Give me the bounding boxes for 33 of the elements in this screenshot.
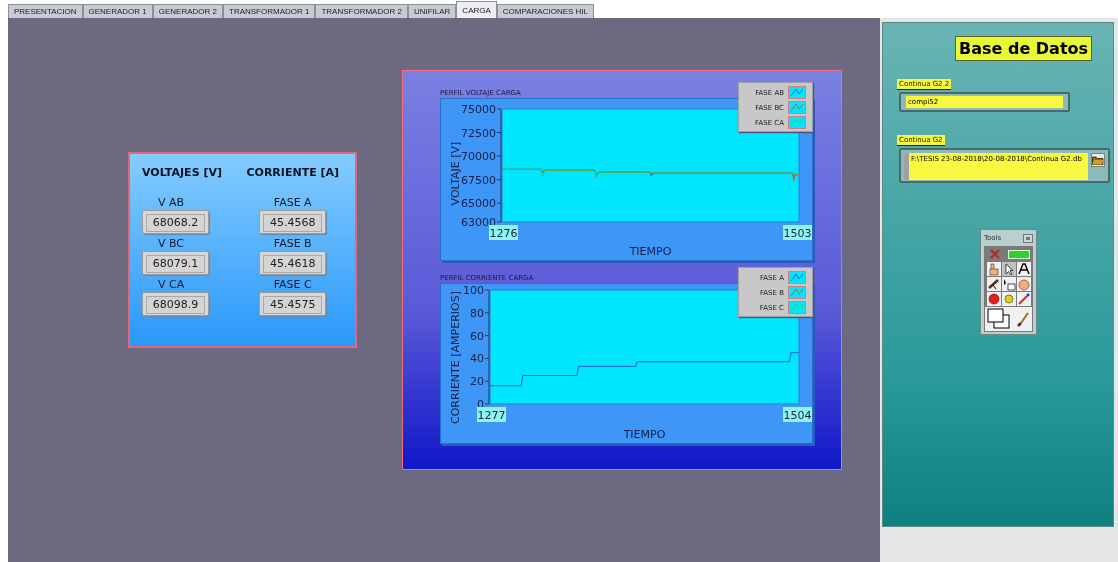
axis-tick-label: 67500 — [461, 173, 496, 187]
axis-tick-label: 70000 — [461, 150, 496, 164]
axis-tick-label: 75000 — [461, 103, 496, 116]
axis-title: TIEMPO — [629, 245, 672, 258]
axis-tick-label: 1503 — [783, 225, 812, 240]
indicator-label: FASE B — [273, 237, 312, 250]
axis-tick-label: 80 — [470, 306, 484, 320]
axis-title: TIEMPO — [623, 428, 666, 441]
indicator-label: V AB — [158, 196, 185, 209]
axis-title: VOLTAJE [V] — [449, 141, 462, 206]
indicator-label: FASE A — [273, 196, 312, 209]
axis-tick-label: 1276 — [489, 225, 518, 240]
axis-tick-label: 100 — [463, 284, 484, 297]
indicator-label: V BC — [158, 237, 185, 250]
numeric-indicator: 45.4618 — [259, 251, 327, 275]
axis-tick-label: 1277 — [477, 407, 506, 422]
numeric-indicator: 68098.9 — [142, 292, 209, 316]
column-title: CORRIENTE [A] — [246, 166, 340, 179]
numeric-indicator: 68068.2 — [142, 210, 209, 234]
numeric-indicator: 68079.1 — [142, 251, 209, 275]
panel-title: Base de Datos — [955, 36, 1093, 61]
axis-title: CORRIENTE [AMPERIOS] — [449, 291, 462, 424]
axis-tick-label: 1504 — [783, 407, 812, 422]
axis-tick-label: 40 — [470, 352, 484, 366]
indicator-label: V CA — [158, 278, 185, 291]
axis-tick-label: 65000 — [461, 197, 496, 211]
column-title: VOLTAJES [V] — [142, 166, 222, 179]
numeric-indicator: 45.4568 — [259, 210, 327, 234]
axis-tick-label: 60 — [470, 329, 484, 343]
numeric-indicator: 45.4575 — [259, 292, 327, 316]
axis-tick-label: 20 — [470, 375, 484, 389]
axis-tick-label: 72500 — [461, 126, 496, 140]
indicator-label: FASE C — [273, 278, 312, 291]
